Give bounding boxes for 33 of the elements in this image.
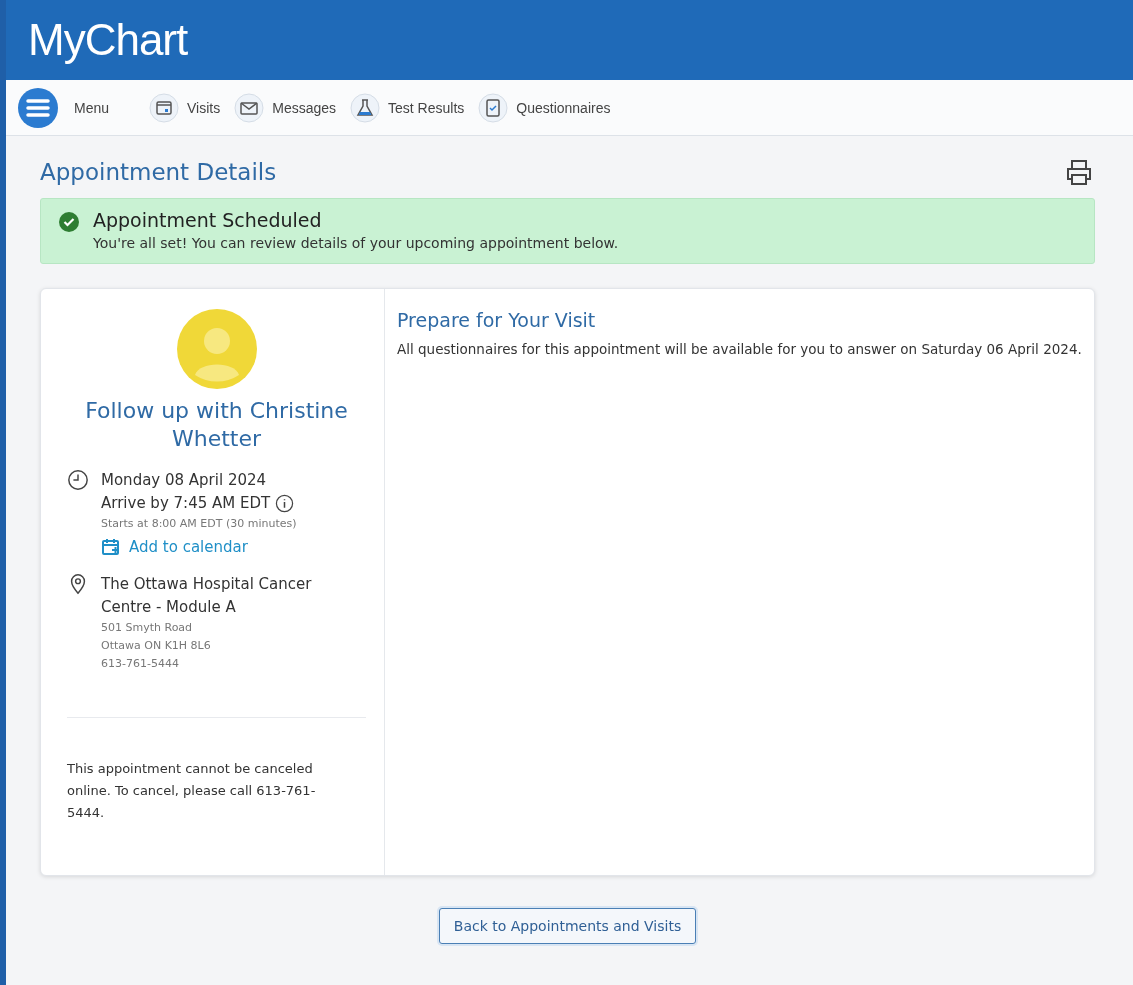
address-line: 613-761-5444	[101, 656, 180, 672]
appointment-title: Follow up with Christine Whetter	[84, 397, 349, 453]
add-to-calendar-link[interactable]: Add to calendar	[101, 537, 297, 557]
logo[interactable]: MyChart	[28, 15, 188, 65]
nav-link[interactable]: Test Results	[350, 92, 465, 123]
nav-link[interactable]: Questionnaires	[478, 92, 611, 123]
flask-icon	[350, 92, 381, 123]
section-title: Prepare for Your Visit	[397, 309, 597, 331]
appointment-date: Monday 08 April 2024	[101, 470, 268, 491]
page-title: Appointment Details	[40, 159, 277, 185]
location-name: Centre - Module A	[101, 597, 237, 618]
address-line: Ottawa ON K1H 8L6	[101, 638, 212, 654]
avatar-icon	[176, 309, 257, 389]
alert-message: You're all set! You can review details of your upcoming appointment below.	[93, 235, 619, 251]
address-line: 501 Smyth Road	[101, 620, 194, 636]
info-icon[interactable]	[275, 494, 295, 513]
checklist-icon	[478, 92, 509, 123]
arrival-time: Arrive by 7:45 AM EDT	[101, 493, 271, 514]
clock-icon	[67, 469, 89, 491]
nav-link[interactable]: Visits	[149, 92, 221, 123]
cancel-note: This appointment cannot be canceled online. To cancel, please call 613-761-5444.	[67, 760, 317, 822]
prepare-text: All questionnaires for this appointment will be available for you to answer on Saturday 06 April 2024.	[397, 340, 1082, 359]
calendar-add-icon	[101, 537, 121, 557]
back-button[interactable]: Back to Appointments and Visits	[438, 908, 697, 944]
location-name: The Ottawa Hospital Cancer	[101, 574, 312, 595]
calendar-icon	[149, 92, 180, 123]
menu-button[interactable]: Menu	[18, 87, 110, 128]
start-time: Starts at 8:00 AM EDT (30 minutes)	[101, 516, 297, 532]
envelope-icon	[234, 92, 265, 123]
nav-link[interactable]: Messages	[234, 92, 337, 123]
alert-title: Appointment Scheduled	[93, 209, 323, 231]
checkmark-icon	[59, 212, 79, 232]
menu-icon	[18, 87, 58, 128]
